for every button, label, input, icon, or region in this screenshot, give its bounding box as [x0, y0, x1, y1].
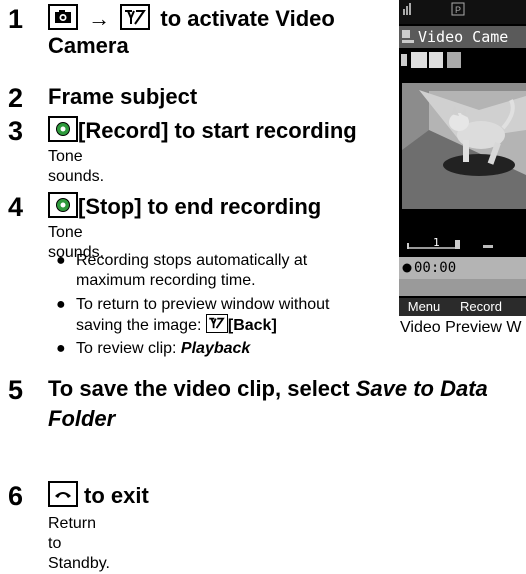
- zoom-level: 1: [433, 236, 440, 249]
- bullet-dot-icon: ●: [56, 296, 66, 313]
- step-heading: [Stop] to end recording: [48, 192, 321, 221]
- bullet-text-part: To review clip:: [76, 340, 181, 357]
- step-heading: to exit: [48, 481, 149, 510]
- bullet-text-part: saving the image:: [76, 317, 206, 334]
- bullet-dot-icon: ●: [56, 252, 66, 269]
- center-key-icon: [48, 192, 78, 218]
- softkey-record[interactable]: Record: [453, 298, 509, 316]
- bullet-text: To review clip: Playback: [76, 338, 250, 359]
- end-key-icon: [48, 481, 78, 507]
- step-text: To save the video clip, select: [48, 376, 356, 401]
- step-number: 5: [8, 375, 24, 405]
- yahoo-key-icon: [205, 314, 228, 333]
- step-heading: [Record] to start recording: [48, 116, 357, 145]
- step-note: Return to Standby.: [48, 515, 110, 572]
- step-text: [Record] to start recording: [78, 118, 357, 143]
- step-number: 6: [8, 481, 24, 511]
- step-text: to exit: [84, 483, 149, 508]
- step-number: 4: [8, 192, 24, 222]
- bullet-dot-icon: ●: [56, 340, 66, 357]
- step-text-line2: Folder: [48, 406, 116, 431]
- step-text-line2: Camera: [48, 33, 129, 58]
- step-heading: → to activate Video: [48, 4, 335, 33]
- bullet-text-line2: maximum recording time.: [76, 272, 256, 289]
- step-number: 2: [8, 83, 24, 113]
- step-number: 1: [8, 4, 24, 34]
- step-heading: To save the video clip, select Save to D…: [48, 375, 488, 403]
- step-text: to activate Video: [160, 6, 335, 31]
- bullet-text: To return to preview window without: [76, 296, 330, 313]
- bullet-text-line2: saving the image: [Back]: [76, 314, 277, 336]
- step-note: Tone sounds.: [48, 148, 105, 185]
- arrow: →: [88, 6, 111, 31]
- step-number: 3: [8, 116, 24, 146]
- recording-timer: 00:00: [414, 260, 457, 276]
- yahoo-key-icon: [120, 4, 151, 30]
- center-key-icon: [48, 116, 78, 142]
- phone-title: Video Came: [418, 28, 509, 46]
- step-text: [Stop] to end recording: [78, 194, 322, 219]
- step-option: Save to Data: [355, 376, 488, 401]
- record-dot-icon: [402, 263, 412, 273]
- phone-screen: P Video Came 1 00:00 Menu Record: [399, 0, 526, 316]
- playback-term: Playback: [180, 340, 251, 357]
- camera-key-icon: [48, 4, 78, 30]
- bullet-text: Recording stops automatically at: [76, 252, 308, 269]
- back-softkey-label: [Back]: [227, 317, 277, 334]
- softkey-menu[interactable]: Menu: [402, 298, 446, 316]
- step-heading: Frame subject: [48, 84, 198, 109]
- p-indicator: P: [455, 5, 461, 15]
- figure-caption: Video Preview W: [400, 319, 522, 336]
